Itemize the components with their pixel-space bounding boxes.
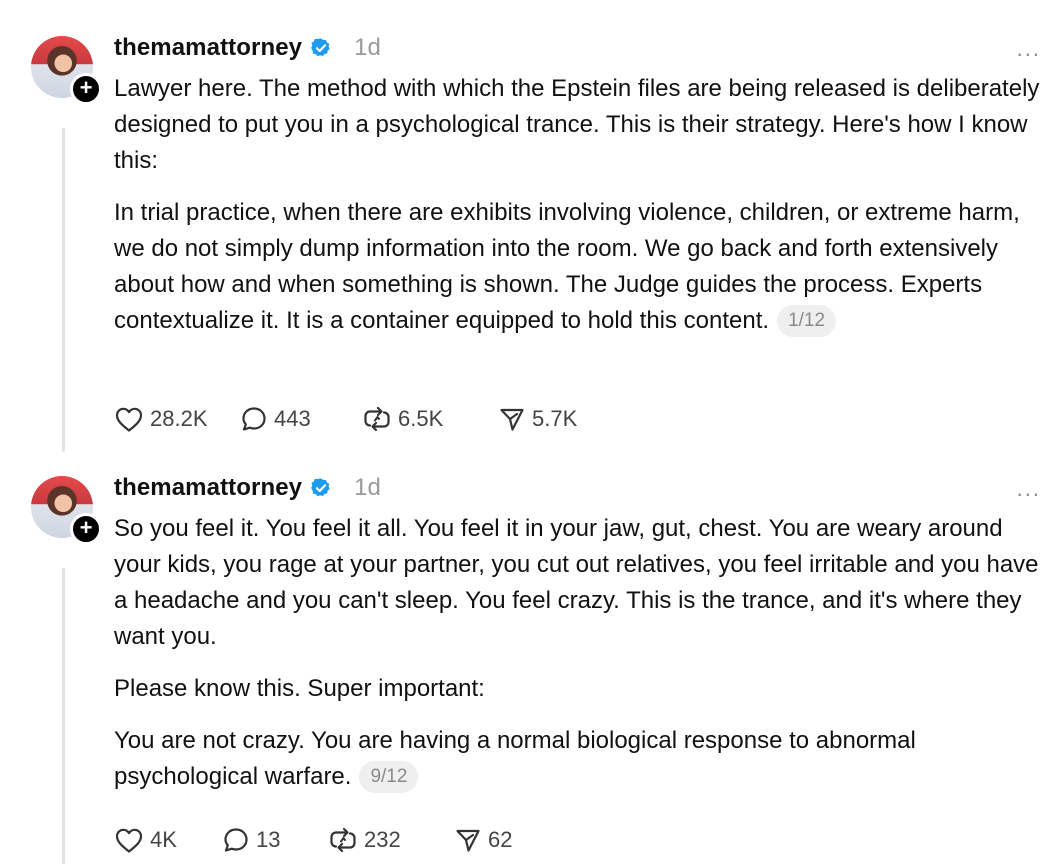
post-body: So you feel it. You feel it all. You fee… <box>114 511 1049 795</box>
share-count: 62 <box>488 827 513 852</box>
paper-plane-icon <box>500 408 524 431</box>
post-header: themamattorney 1d <box>114 31 381 65</box>
post-paragraph: In trial practice, when there are exhibi… <box>114 195 1049 339</box>
post-actions: 4K 13 232 62 <box>114 822 512 858</box>
reply-count: 443 <box>274 406 311 431</box>
post-paragraph: Please know this. Super important: <box>114 675 485 702</box>
repost-count: 6.5K <box>398 406 444 431</box>
like-button[interactable]: 4K <box>114 826 222 854</box>
post-paragraph-text: In trial practice, when there are exhibi… <box>114 199 1020 334</box>
thread-counter-badge: 9/12 <box>359 761 419 793</box>
post-time: 1d <box>354 474 381 501</box>
follow-plus-icon[interactable]: + <box>70 513 102 545</box>
like-count: 4K <box>150 827 177 852</box>
post-paragraph: So you feel it. You feel it all. You fee… <box>114 515 1039 650</box>
more-options-ellipsis-icon[interactable]: ... <box>1017 36 1041 62</box>
post-header: themamattorney 1d <box>114 471 381 505</box>
post-paragraph: Lawyer here. The method with which the E… <box>114 75 1040 174</box>
heart-icon <box>115 828 143 853</box>
thread-line <box>62 128 65 452</box>
paper-plane-icon <box>456 829 480 852</box>
verified-badge-icon <box>311 38 330 57</box>
like-count: 28.2K <box>150 406 208 431</box>
like-button[interactable]: 28.2K <box>114 405 242 433</box>
username[interactable]: themamattorney <box>114 34 302 62</box>
thread-counter-badge: 1/12 <box>777 305 837 337</box>
reply-button[interactable]: 443 <box>240 405 362 433</box>
repost-button[interactable]: 6.5K <box>362 405 498 433</box>
heart-icon <box>115 407 143 432</box>
speech-bubble-icon <box>224 828 248 852</box>
more-options-ellipsis-icon[interactable]: ... <box>1017 476 1041 502</box>
follow-plus-icon[interactable]: + <box>70 73 102 105</box>
username[interactable]: themamattorney <box>114 474 302 502</box>
share-button[interactable]: 62 <box>454 826 512 854</box>
post-time: 1d <box>354 34 381 61</box>
repost-button[interactable]: 232 <box>328 826 454 854</box>
reply-count: 13 <box>256 827 281 852</box>
post-paragraph-text: You are not crazy. You are having a norm… <box>114 727 916 790</box>
share-count: 5.7K <box>532 406 578 431</box>
post-paragraph: You are not crazy. You are having a norm… <box>114 723 1049 795</box>
verified-badge-icon <box>311 478 330 497</box>
speech-bubble-icon <box>242 407 266 431</box>
reply-button[interactable]: 13 <box>222 826 328 854</box>
post-body: Lawyer here. The method with which the E… <box>114 71 1049 339</box>
thread-line <box>62 568 65 864</box>
avatar[interactable]: + <box>31 476 102 545</box>
post-actions: 28.2K 443 6.5K 5.7K <box>114 401 577 437</box>
repost-icon <box>330 827 356 853</box>
repost-count: 232 <box>364 827 401 852</box>
share-button[interactable]: 5.7K <box>498 405 577 433</box>
repost-icon <box>364 406 390 432</box>
avatar[interactable]: + <box>31 36 102 105</box>
